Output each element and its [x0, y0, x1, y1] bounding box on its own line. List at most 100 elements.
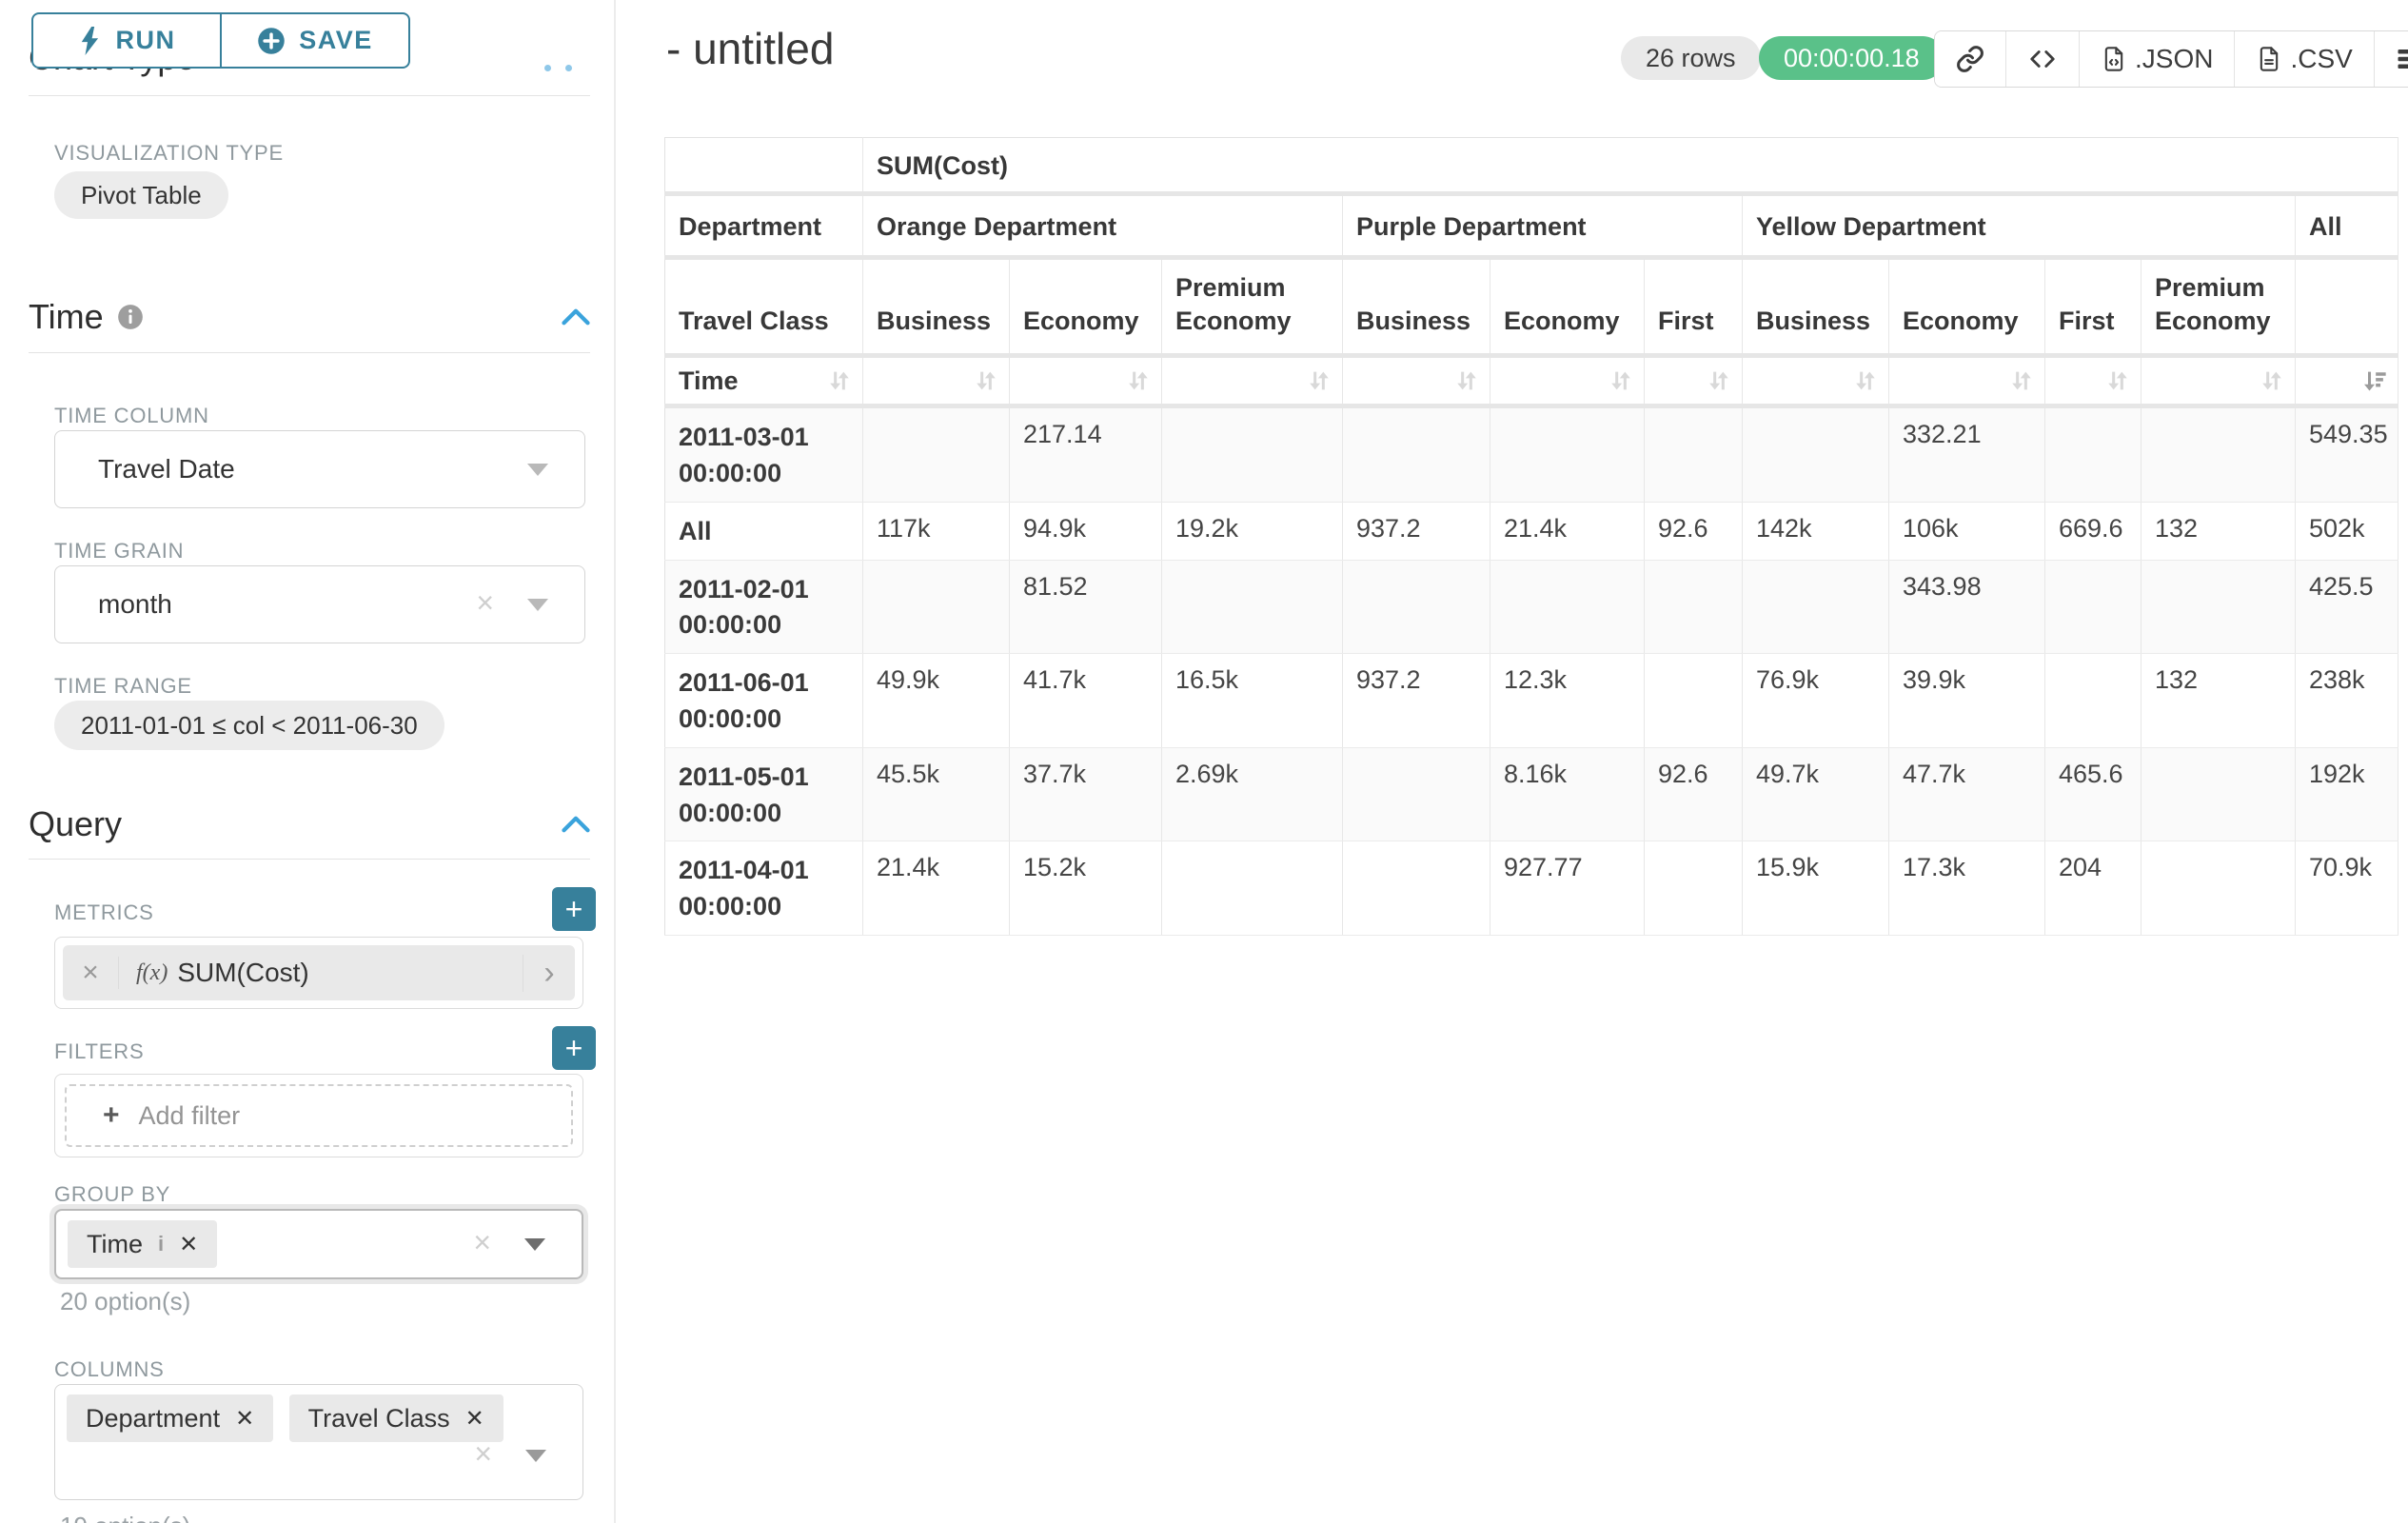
pivot-row-header: 2011-03-0100:00:00: [665, 406, 863, 503]
chevron-up-icon[interactable]: [562, 815, 590, 834]
sort-toggle-icon[interactable]: [826, 367, 853, 394]
pivot-sort-cell: [2142, 356, 2296, 406]
run-button[interactable]: RUN: [31, 12, 221, 69]
info-icon: i: [158, 1232, 164, 1256]
remove-tag-icon[interactable]: ✕: [179, 1231, 198, 1258]
sort-toggle-icon[interactable]: [1706, 367, 1732, 394]
pivot-value-cell: 70.9k: [2296, 841, 2398, 936]
export-csv-button[interactable]: .CSV: [2235, 31, 2374, 87]
pivot-sort-cell: [2296, 356, 2398, 406]
time-column-label: TIME COLUMN: [54, 404, 209, 428]
sort-toggle-icon[interactable]: [1125, 367, 1152, 394]
chart-title[interactable]: - untitled: [666, 23, 834, 74]
metric-name: SUM(Cost): [177, 958, 523, 988]
pivot-value-cell: 343.98: [1889, 560, 2045, 654]
run-button-label: RUN: [116, 26, 176, 55]
pivot-value-cell: [863, 560, 1010, 654]
remove-tag-icon[interactable]: ✕: [465, 1405, 484, 1433]
time-grain-value: month: [55, 589, 172, 620]
pivot-row-header: 2011-06-0100:00:00: [665, 654, 863, 748]
time-grain-label: TIME GRAIN: [54, 539, 184, 564]
sort-toggle-icon[interactable]: [2259, 367, 2285, 394]
pivot-metric-header: SUM(Cost): [863, 138, 2398, 194]
chevron-up-icon[interactable]: [562, 307, 590, 326]
pivot-value-cell: [863, 406, 1010, 503]
copy-link-button[interactable]: [1935, 31, 2006, 87]
metric-pill[interactable]: × f(x) SUM(Cost) ›: [63, 945, 575, 1000]
add-filter-button[interactable]: + Add filter: [65, 1084, 573, 1147]
time-grain-select[interactable]: month ×: [54, 565, 585, 643]
pivot-class-header: Economy: [1010, 258, 1162, 356]
control-panel-sidebar: Chart Type RUN SAVE VISUALIZATION TYPE P…: [0, 0, 616, 1523]
sort-toggle-icon[interactable]: [1608, 367, 1634, 394]
more-options-button[interactable]: [2375, 31, 2408, 87]
pivot-value-cell: 2.69k: [1162, 747, 1343, 841]
group-by-select[interactable]: Time i ✕ ×: [54, 1209, 583, 1279]
clear-icon[interactable]: ×: [473, 1225, 491, 1260]
columns-select[interactable]: Department ✕ Travel Class ✕ ×: [54, 1384, 583, 1500]
add-filter-plus-button[interactable]: +: [552, 1026, 596, 1070]
tag-label: Department: [86, 1404, 220, 1434]
time-section-title: Time: [29, 297, 104, 337]
pivot-class-header: Premium Economy: [2142, 258, 2296, 356]
sort-toggle-icon[interactable]: [1306, 367, 1332, 394]
remove-metric-icon[interactable]: ×: [63, 957, 119, 989]
export-json-button[interactable]: .JSON: [2080, 31, 2235, 87]
filters-label: FILTERS: [54, 1039, 144, 1064]
pivot-value-cell: 937.2: [1343, 502, 1490, 560]
chevron-down-icon: [524, 1238, 545, 1251]
pivot-class-header: Economy: [1889, 258, 2045, 356]
pivot-value-cell: 92.6: [1645, 747, 1743, 841]
pivot-value-cell: 8.16k: [1490, 747, 1645, 841]
add-metric-button[interactable]: +: [552, 887, 596, 931]
chevron-right-icon[interactable]: ›: [523, 955, 575, 992]
pivot-value-cell: [2045, 406, 2142, 503]
pivot-value-cell: 217.14: [1010, 406, 1162, 503]
pivot-value-cell: 92.6: [1645, 502, 1743, 560]
sort-descending-icon[interactable]: [2361, 367, 2388, 394]
export-csv-label: .CSV: [2290, 44, 2352, 74]
time-range-pill[interactable]: 2011-01-01 ≤ col < 2011-06-30: [54, 701, 444, 750]
sort-toggle-icon[interactable]: [1852, 367, 1879, 394]
pivot-value-cell: 15.2k: [1010, 841, 1162, 936]
columns-tag-department[interactable]: Department ✕: [67, 1394, 273, 1442]
pivot-value-cell: 549.35: [2296, 406, 2398, 503]
chevron-down-icon: [527, 464, 548, 476]
pivot-data-row: 2011-03-0100:00:00217.14332.21549.35: [665, 406, 2398, 503]
pivot-value-cell: 927.77: [1490, 841, 1645, 936]
sort-toggle-icon[interactable]: [2104, 367, 2131, 394]
save-button[interactable]: SAVE: [221, 12, 410, 69]
pivot-value-cell: [1490, 406, 1645, 503]
pivot-value-cell: 81.52: [1010, 560, 1162, 654]
pivot-row-header: 2011-05-0100:00:00: [665, 747, 863, 841]
sort-toggle-icon[interactable]: [2008, 367, 2035, 394]
time-section-header[interactable]: Time: [29, 297, 590, 337]
pivot-value-cell: [2142, 841, 2296, 936]
query-section-header[interactable]: Query: [29, 804, 590, 844]
sort-toggle-icon[interactable]: [973, 367, 999, 394]
pivot-sort-cell: [1490, 356, 1645, 406]
clear-icon[interactable]: ×: [474, 1436, 492, 1472]
pivot-value-cell: 21.4k: [1490, 502, 1645, 560]
pivot-data-row: All117k94.9k19.2k937.221.4k92.6142k106k6…: [665, 502, 2398, 560]
pivot-value-cell: [1645, 841, 1743, 936]
group-by-tag-time[interactable]: Time i ✕: [68, 1220, 217, 1268]
viz-type-pill[interactable]: Pivot Table: [54, 171, 228, 219]
embed-code-button[interactable]: [2006, 31, 2080, 87]
pivot-group-header: Purple Department: [1343, 194, 1743, 258]
pivot-value-cell: [1162, 406, 1343, 503]
sort-toggle-icon[interactable]: [1453, 367, 1480, 394]
pivot-group-header: Yellow Department: [1743, 194, 2296, 258]
pivot-value-cell: [1645, 654, 1743, 748]
pivot-row-header: 2011-04-0100:00:00: [665, 841, 863, 936]
time-column-select[interactable]: Travel Date: [54, 430, 585, 508]
columns-tag-travel-class[interactable]: Travel Class ✕: [289, 1394, 503, 1442]
tag-label: Travel Class: [308, 1404, 450, 1434]
time-column-value: Travel Date: [55, 454, 235, 485]
remove-tag-icon[interactable]: ✕: [235, 1405, 254, 1433]
clear-icon[interactable]: ×: [476, 585, 494, 621]
pivot-value-cell: 502k: [2296, 502, 2398, 560]
pivot-class-header: Business: [1743, 258, 1889, 356]
section-divider: [29, 859, 590, 860]
pivot-value-cell: [1645, 560, 1743, 654]
